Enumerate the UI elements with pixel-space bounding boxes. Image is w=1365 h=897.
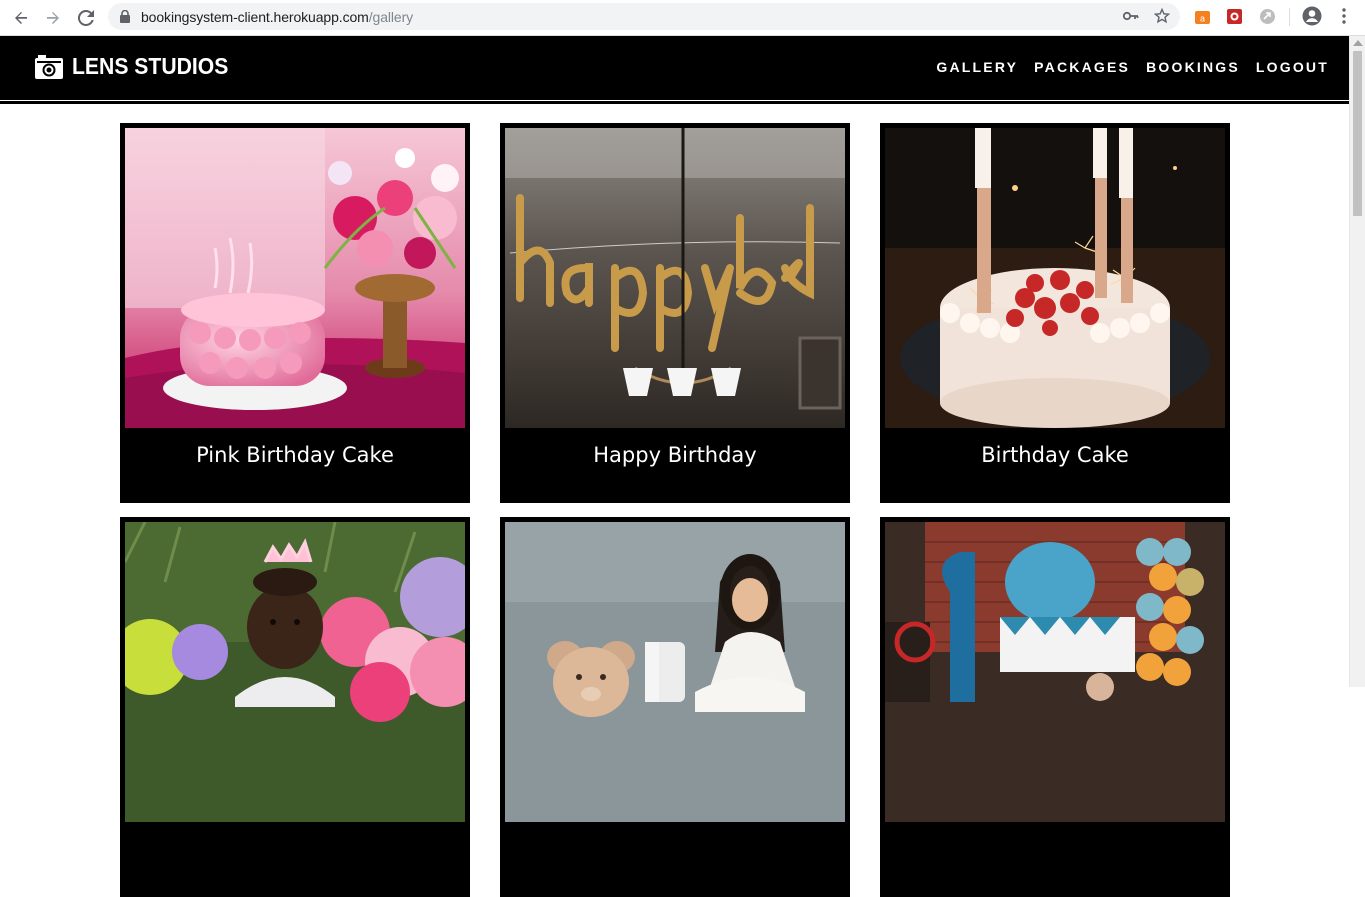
camera-icon [35, 54, 63, 79]
red-extension-icon[interactable] [1225, 7, 1243, 25]
scrollbar-thumb[interactable] [1353, 51, 1362, 216]
browser-toolbar: bookingsystem-client.herokuapp.com/galle… [0, 0, 1365, 36]
profile-avatar-icon[interactable] [1302, 6, 1322, 26]
svg-text:a: a [1199, 13, 1204, 23]
header-divider-inner [0, 101, 1349, 104]
shopping-extension-icon[interactable]: a [1193, 7, 1211, 25]
main-nav: GALLERY PACKAGES BOOKINGS LOGOUT [936, 59, 1329, 75]
browser-menu-icon[interactable] [1335, 7, 1353, 25]
lock-icon [120, 10, 130, 23]
gallery-card[interactable] [880, 517, 1230, 897]
girl-teddy-photo [505, 522, 845, 822]
forward-arrow-icon [47, 12, 59, 24]
gallery-card[interactable]: Birthday Cake [880, 123, 1230, 503]
back-arrow-icon [15, 12, 27, 24]
baby-balloons-photo [125, 522, 465, 822]
page-scrollbar[interactable] [1349, 36, 1365, 687]
card-caption: Happy Birthday [593, 443, 757, 467]
card-caption: Birthday Cake [981, 443, 1129, 467]
logo[interactable]: LENS STUDIOS [34, 53, 242, 80]
logo-text: LENS STUDIOS [72, 53, 229, 79]
birthday-cake-photo [885, 128, 1225, 428]
forward-button[interactable] [41, 6, 65, 30]
back-button[interactable] [9, 6, 33, 30]
reload-icon [78, 10, 94, 26]
scroll-up-arrow-icon[interactable] [1353, 40, 1363, 46]
nav-gallery[interactable]: GALLERY [936, 59, 1018, 75]
reload-button[interactable] [74, 6, 98, 30]
address-bar[interactable]: bookingsystem-client.herokuapp.com/galle… [108, 3, 1180, 30]
gallery-card[interactable] [500, 517, 850, 897]
gallery-card[interactable]: Happy Birthday [500, 123, 850, 503]
nav-logout[interactable]: LOGOUT [1256, 59, 1329, 75]
nav-bookings[interactable]: BOOKINGS [1146, 59, 1240, 75]
pink-cake-photo [125, 128, 465, 428]
card-caption: Pink Birthday Cake [196, 443, 394, 467]
url-text: bookingsystem-client.herokuapp.com/galle… [141, 9, 414, 25]
nav-packages[interactable]: PACKAGES [1034, 59, 1130, 75]
toolbar-divider [1289, 8, 1290, 26]
happy-birthday-photo [505, 128, 845, 428]
key-icon[interactable] [1123, 10, 1139, 22]
gray-extension-icon[interactable] [1258, 7, 1276, 25]
star-icon[interactable] [1154, 8, 1170, 24]
gallery-card[interactable] [120, 517, 470, 897]
gallery-card[interactable]: Pink Birthday Cake [120, 123, 470, 503]
first-birthday-party-photo [885, 522, 1225, 822]
site-header: LENS STUDIOS GALLERY PACKAGES BOOKINGS L… [0, 36, 1349, 100]
